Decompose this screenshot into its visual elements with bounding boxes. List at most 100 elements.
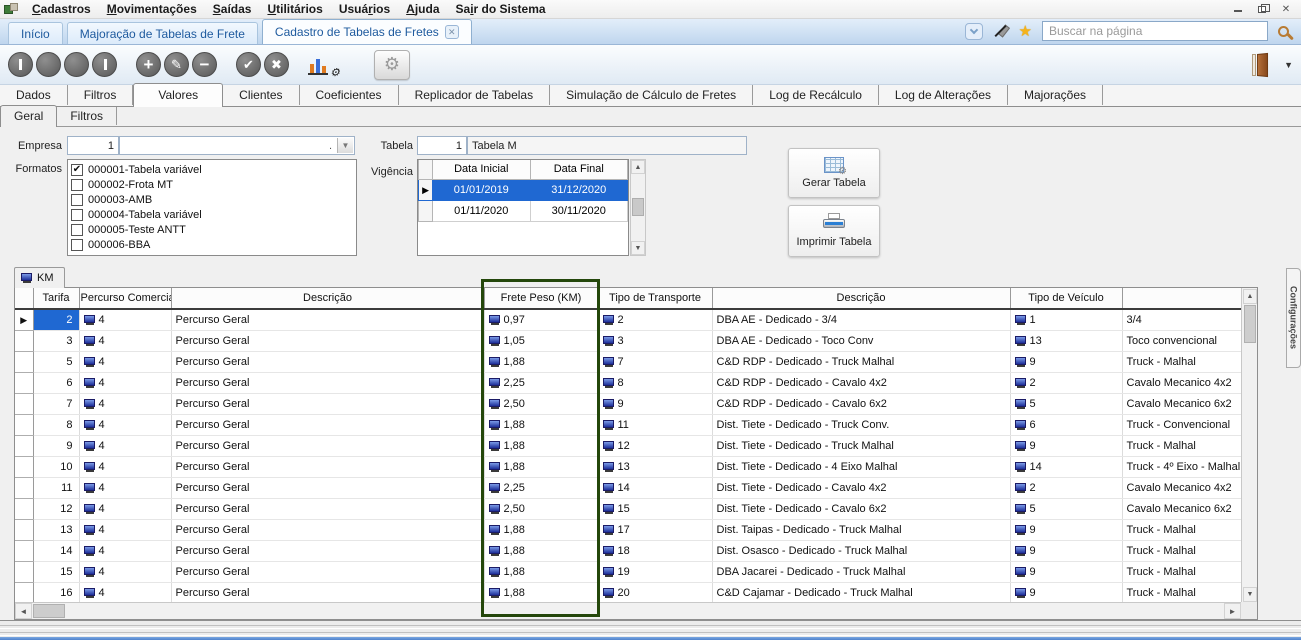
veiculo-nome-cell[interactable]: Truck - Malhal (1122, 435, 1241, 456)
tipo-veiculo-cell[interactable]: 1 (1010, 309, 1122, 330)
tarifa-cell[interactable]: 13 (33, 519, 79, 540)
descricao-cell[interactable]: Percurso Geral (171, 351, 484, 372)
veiculo-nome-cell[interactable]: Truck - Convencional (1122, 414, 1241, 435)
scroll-down-icon[interactable]: ▼ (1243, 587, 1257, 602)
gerar-tabela-button[interactable]: ⚙ Gerar Tabela (788, 148, 880, 198)
module-tab[interactable]: Log de Alterações (879, 85, 1008, 105)
menu-item[interactable]: Saídas (205, 1, 260, 17)
vigencia-col-data-inicial[interactable]: Data Inicial (433, 160, 530, 179)
descricao-cell[interactable]: Percurso Geral (171, 561, 484, 582)
col-percurso-comercial[interactable]: Percurso Comercial (79, 288, 171, 309)
sub-tab[interactable]: Filtros (57, 107, 117, 125)
tarifa-cell[interactable]: 9 (33, 435, 79, 456)
close-button[interactable]: ✕ (1277, 3, 1295, 16)
vigencia-scrollbar[interactable]: ▲ ▼ (630, 159, 646, 256)
toolbar-button[interactable] (8, 52, 33, 77)
module-tab[interactable]: Filtros (68, 85, 134, 105)
table-row[interactable]: ▶ 2 4 Percurso Geral 0,97 2 DBA AE - Ded… (15, 309, 1241, 330)
frete-peso-cell[interactable]: 1,88 (484, 540, 598, 561)
tipo-veiculo-cell[interactable]: 6 (1010, 414, 1122, 435)
veiculo-nome-cell[interactable]: Cavalo Mecanico 4x2 (1122, 372, 1241, 393)
scroll-thumb[interactable] (1244, 305, 1256, 343)
tipo-veiculo-cell[interactable]: 9 (1010, 561, 1122, 582)
tab-configuracoes[interactable]: Configurações (1286, 268, 1301, 368)
checkbox-icon[interactable] (71, 179, 83, 191)
menu-item[interactable]: Movimentações (99, 1, 205, 17)
close-tab-icon[interactable]: ✕ (445, 25, 459, 39)
descricao-cell[interactable]: Percurso Geral (171, 330, 484, 351)
checkbox-icon[interactable] (71, 224, 83, 236)
exit-door-icon[interactable] (1252, 54, 1270, 76)
scroll-up-icon[interactable]: ▲ (631, 160, 645, 174)
table-row[interactable]: ▶ 11 4 Percurso Geral 2,25 14 Dist. Tiet… (15, 477, 1241, 498)
col-tarifa[interactable]: Tarifa (33, 288, 79, 309)
descricao-cell[interactable]: Percurso Geral (171, 477, 484, 498)
table-row[interactable]: ▶ 6 4 Percurso Geral 2,25 8 C&D RDP - De… (15, 372, 1241, 393)
descricao2-cell[interactable]: Dist. Tiete - Dedicado - 4 Eixo Malhal (712, 456, 1010, 477)
frete-peso-cell[interactable]: 1,88 (484, 414, 598, 435)
tarifa-cell[interactable]: 12 (33, 498, 79, 519)
empresa-code-field[interactable]: 1 (67, 136, 119, 155)
chart-with-gear-icon[interactable]: ⚙ (308, 54, 332, 76)
vigencia-data-final-cell[interactable]: 31/12/2020 (530, 179, 627, 200)
tipo-transporte-cell[interactable]: 8 (598, 372, 712, 393)
scroll-up-icon[interactable]: ▲ (1243, 289, 1257, 304)
veiculo-nome-cell[interactable]: Cavalo Mecanico 6x2 (1122, 498, 1241, 519)
toolbar-button[interactable] (164, 52, 189, 77)
veiculo-nome-cell[interactable]: Truck - Malhal (1122, 519, 1241, 540)
chevron-down-button-icon[interactable] (965, 23, 983, 40)
tipo-veiculo-cell[interactable]: 9 (1010, 519, 1122, 540)
scroll-right-icon[interactable]: ► (1224, 603, 1241, 619)
col-frete-peso-km[interactable]: Frete Peso (KM) (484, 288, 598, 309)
frete-peso-cell[interactable]: 1,88 (484, 582, 598, 603)
descricao2-cell[interactable]: DBA AE - Dedicado - Toco Conv (712, 330, 1010, 351)
frete-peso-cell[interactable]: 2,50 (484, 393, 598, 414)
percurso-cell[interactable]: 4 (79, 498, 171, 519)
percurso-cell[interactable]: 4 (79, 372, 171, 393)
descricao2-cell[interactable]: C&D RDP - Dedicado - Cavalo 6x2 (712, 393, 1010, 414)
module-tab[interactable]: Log de Recálculo (753, 85, 879, 105)
table-row[interactable]: ▶ 5 4 Percurso Geral 1,88 7 C&D RDP - De… (15, 351, 1241, 372)
tarifa-cell[interactable]: 14 (33, 540, 79, 561)
module-tab[interactable]: Majorações (1008, 85, 1103, 105)
empresa-combo[interactable]: . ▼ (119, 136, 355, 155)
descricao2-cell[interactable]: C&D RDP - Dedicado - Truck Malhal (712, 351, 1010, 372)
toolbar-button[interactable] (192, 52, 217, 77)
descricao-cell[interactable]: Percurso Geral (171, 393, 484, 414)
formato-item[interactable]: 000004-Tabela variável (71, 207, 353, 222)
tipo-veiculo-cell[interactable]: 5 (1010, 393, 1122, 414)
checkbox-icon[interactable] (71, 239, 83, 251)
frete-peso-cell[interactable]: 1,88 (484, 561, 598, 582)
frete-peso-cell[interactable]: 1,88 (484, 519, 598, 540)
descricao2-cell[interactable]: Dist. Osasco - Dedicado - Truck Malhal (712, 540, 1010, 561)
table-row[interactable]: ▶ 14 4 Percurso Geral 1,88 18 Dist. Osas… (15, 540, 1241, 561)
module-tab[interactable]: Clientes (223, 85, 299, 105)
descricao-cell[interactable]: Percurso Geral (171, 498, 484, 519)
descricao-cell[interactable]: Percurso Geral (171, 582, 484, 603)
descricao2-cell[interactable]: Dist. Taipas - Dedicado - Truck Malhal (712, 519, 1010, 540)
tarifa-cell[interactable]: 10 (33, 456, 79, 477)
tipo-transporte-cell[interactable]: 7 (598, 351, 712, 372)
tipo-veiculo-cell[interactable]: 9 (1010, 540, 1122, 561)
formato-item[interactable]: 000002-Frota MT (71, 177, 353, 192)
vigencia-data-inicial-cell[interactable]: 01/11/2020 (433, 200, 530, 221)
checkbox-icon[interactable] (71, 164, 83, 176)
descricao2-cell[interactable]: C&D Cajamar - Dedicado - Truck Malhal (712, 582, 1010, 603)
scroll-left-icon[interactable]: ◄ (15, 603, 32, 619)
document-tab[interactable]: Cadastro de Tabelas de Fretes ✕ (262, 19, 472, 44)
vigencia-data-inicial-cell[interactable]: 01/01/2019 (433, 179, 530, 200)
col-tipo-transporte[interactable]: Tipo de Transporte (598, 288, 712, 309)
module-tab[interactable]: Coeficientes (300, 85, 399, 105)
frete-peso-cell[interactable]: 1,05 (484, 330, 598, 351)
grid-horizontal-scrollbar[interactable]: ◄ ► (15, 602, 1241, 619)
formato-item[interactable]: 000005-Teste ANTT (71, 222, 353, 237)
descricao2-cell[interactable]: C&D RDP - Dedicado - Cavalo 4x2 (712, 372, 1010, 393)
percurso-cell[interactable]: 4 (79, 435, 171, 456)
table-row[interactable]: ▶ 9 4 Percurso Geral 1,88 12 Dist. Tiete… (15, 435, 1241, 456)
tipo-veiculo-cell[interactable]: 9 (1010, 435, 1122, 456)
table-row[interactable]: ▶ 3 4 Percurso Geral 1,05 3 DBA AE - Ded… (15, 330, 1241, 351)
tarifa-cell[interactable]: 2 (33, 309, 79, 330)
veiculo-nome-cell[interactable]: Truck - Malhal (1122, 582, 1241, 603)
tipo-veiculo-cell[interactable]: 14 (1010, 456, 1122, 477)
dropdown-caret-icon[interactable]: ▼ (1284, 60, 1293, 70)
